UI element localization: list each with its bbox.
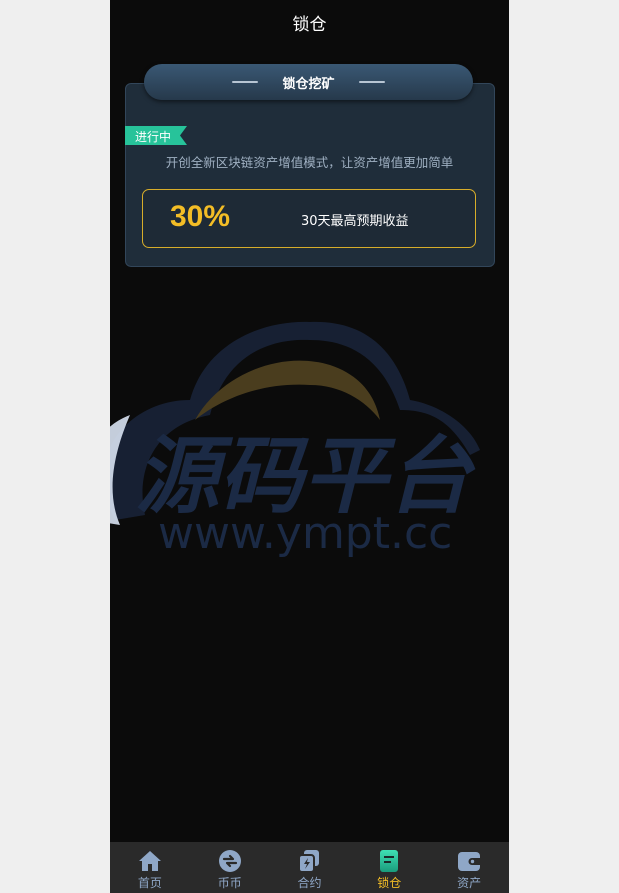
- tab-assets-label: 资产: [457, 876, 482, 890]
- bottom-tab-bar: 首页 币币 合约 锁仓 资产: [110, 842, 509, 893]
- tab-contract-label: 合约: [297, 876, 322, 890]
- phone-screen: 锁仓 锁仓挖矿 进行中 开创全新区块链资产增值模式，让资产增值更加简单 30% …: [110, 0, 509, 893]
- watermark-url-text: www.ympt.cc: [158, 508, 452, 559]
- tab-exchange-label: 币币: [217, 876, 242, 890]
- tab-exchange[interactable]: 币币: [190, 842, 270, 893]
- tab-lock-label: 锁仓: [377, 876, 402, 890]
- watermark-logo: 源码平台 www.ympt.cc: [110, 321, 480, 559]
- exchange-icon: [218, 850, 241, 872]
- lock-document-icon: [380, 850, 399, 872]
- tab-contract[interactable]: 合约: [270, 842, 350, 893]
- tab-home-label: 首页: [137, 876, 162, 890]
- contract-icon: [298, 850, 320, 873]
- home-icon: [138, 851, 161, 871]
- tab-assets[interactable]: 资产: [429, 842, 509, 893]
- wallet-icon: [458, 852, 481, 871]
- tab-lock[interactable]: 锁仓: [349, 842, 429, 893]
- tab-home[interactable]: 首页: [110, 842, 190, 893]
